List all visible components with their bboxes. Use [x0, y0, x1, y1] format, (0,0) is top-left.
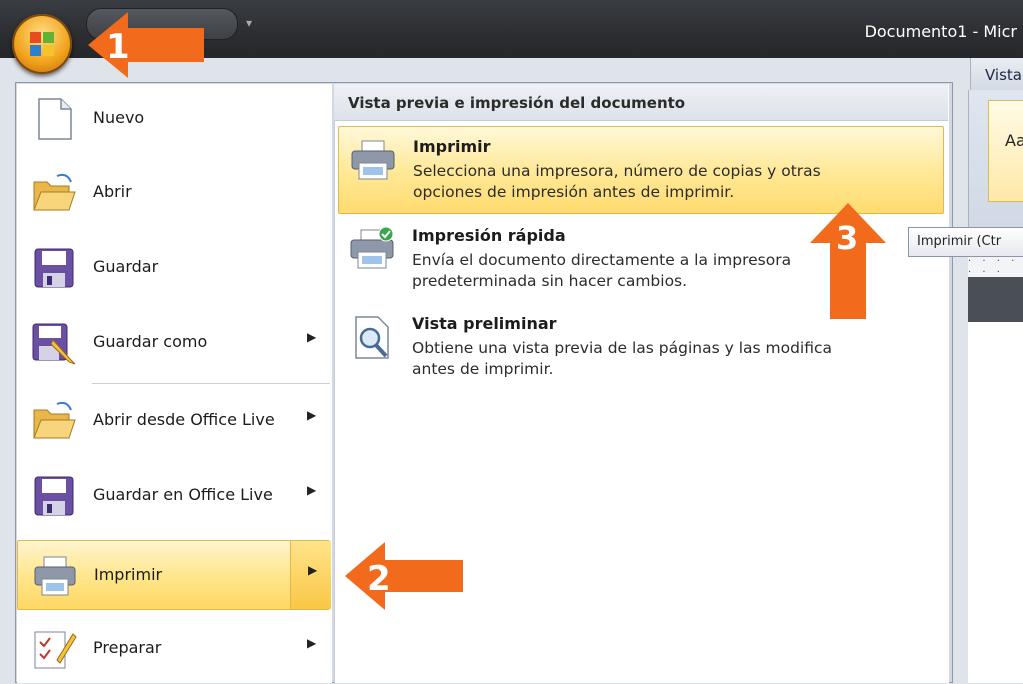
ruler: · · · · · · ·: [968, 255, 1023, 279]
save-as-icon: [32, 323, 76, 365]
submenu-item-title: Vista preliminar: [412, 314, 557, 333]
submenu-item-description: Selecciona una impresora, número de copi…: [413, 162, 821, 201]
print-preview-icon: [355, 316, 389, 359]
menu-item-label: Nuevo: [93, 108, 145, 127]
menu-item-abrir-office-live[interactable]: Abrir desde Office Live ▶: [17, 386, 330, 456]
menu-item-label: Abrir desde Office Live: [93, 410, 275, 429]
submenu-item-description: Envía el documento directamente a la imp…: [412, 251, 792, 290]
step-3-label: 3: [836, 219, 858, 257]
submenu-header-label: Vista previa e impresión del documento: [348, 94, 686, 112]
menu-item-nuevo[interactable]: Nuevo: [17, 84, 330, 154]
menu-item-label: Abrir: [93, 182, 132, 201]
printer-icon: [351, 140, 395, 180]
save-disk-icon: [34, 248, 74, 288]
menu-item-label: Guardar: [93, 257, 159, 276]
prepare-icon: [34, 631, 77, 669]
menu-item-label: Preparar: [93, 638, 162, 657]
menu-item-guardar[interactable]: Guardar: [17, 233, 330, 303]
tooltip: Imprimir (Ctr: [908, 227, 1023, 257]
menu-item-label: Imprimir: [94, 565, 163, 584]
submenu-arrow-icon: ▶: [307, 636, 317, 650]
menu-item-guardar-office-live[interactable]: Guardar en Office Live ▶: [17, 461, 330, 531]
submenu-arrow-icon: ▶: [307, 483, 317, 497]
window-title: Documento1 - Micr: [864, 22, 1017, 41]
save-disk-icon: [34, 476, 74, 516]
step-2-arrow-icon: 2: [345, 542, 463, 610]
office-logo-icon: [30, 32, 54, 56]
menu-item-preparar[interactable]: Preparar ▶: [17, 614, 330, 684]
menu-separator: [92, 383, 330, 384]
open-folder-icon: [33, 173, 76, 211]
style-gallery-item[interactable]: Aa: [988, 100, 1023, 202]
step-1-label: 1: [106, 27, 130, 67]
submenu-header: Vista previa e impresión del documento: [334, 84, 948, 121]
office-button[interactable]: [12, 14, 72, 74]
submenu-item-title: Imprimir: [413, 137, 491, 156]
document-page[interactable]: [968, 322, 1023, 683]
step-2-label: 2: [367, 559, 391, 599]
submenu-arrow-icon: ▶: [307, 330, 317, 344]
new-document-icon: [38, 98, 72, 140]
menu-item-abrir[interactable]: Abrir: [17, 158, 330, 228]
document-margin: [968, 277, 1023, 322]
menu-item-label: Guardar en Office Live: [93, 485, 273, 504]
step-3-arrow-icon: 3: [810, 203, 886, 319]
submenu-item-description: Obtiene una vista previa de las páginas …: [412, 339, 833, 378]
open-folder-icon: [33, 401, 76, 439]
menu-item-label: Guardar como: [93, 332, 208, 351]
step-1-arrow-icon: 1: [88, 12, 204, 78]
ribbon-tab-vista[interactable]: Vista: [970, 58, 1023, 90]
submenu-item-imprimir[interactable]: Imprimir Selecciona una impresora, númer…: [338, 126, 944, 214]
printer-icon: [34, 556, 76, 596]
menu-item-guardar-como[interactable]: Guardar como ▶: [17, 308, 330, 378]
submenu-item-title: Impresión rápida: [412, 226, 566, 245]
style-sample: Aa: [1005, 131, 1023, 150]
quick-print-icon: [350, 226, 394, 269]
submenu-arrow-icon: ▶: [308, 563, 318, 577]
menu-item-imprimir[interactable]: Imprimir ▶: [17, 540, 331, 610]
submenu-arrow-icon: ▶: [307, 408, 317, 422]
customize-toolbar-icon[interactable]: ▾: [246, 16, 252, 30]
